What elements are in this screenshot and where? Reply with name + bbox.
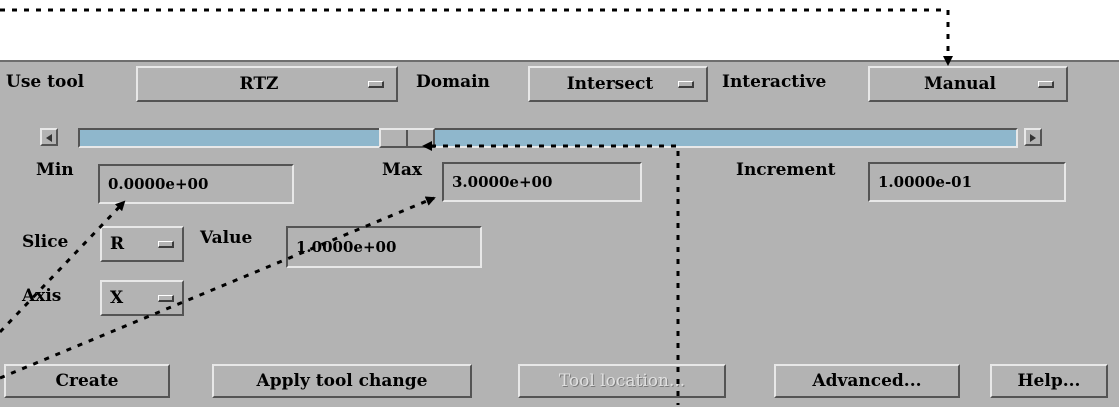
option-menu-indicator-icon (368, 80, 384, 88)
triangle-left-icon (46, 134, 52, 142)
help-button[interactable]: Help... (990, 364, 1108, 398)
tool-select-value: RTZ (239, 74, 279, 94)
domain-select-value: Intersect (566, 74, 654, 94)
option-menu-indicator-icon (158, 240, 174, 248)
max-field[interactable] (442, 162, 642, 202)
slider-thumb[interactable] (379, 128, 435, 148)
max-label: Max (382, 160, 422, 180)
value-input[interactable] (296, 238, 480, 256)
value-field[interactable] (286, 226, 482, 268)
arrow-to-interactive (0, 8, 953, 66)
min-field[interactable] (98, 164, 294, 204)
min-input[interactable] (108, 175, 292, 193)
axis-select-button[interactable]: X (100, 280, 184, 316)
value-label: Value (200, 228, 253, 248)
slice-select-value: R (110, 234, 125, 254)
axis-select-value: X (110, 288, 124, 308)
domain-label: Domain (416, 72, 490, 92)
create-button[interactable]: Create (4, 364, 170, 398)
tool-location-button[interactable]: Tool location... (518, 364, 726, 398)
increment-label: Increment (736, 160, 836, 180)
advanced-button[interactable]: Advanced... (774, 364, 960, 398)
increment-input[interactable] (878, 173, 1064, 191)
max-input[interactable] (452, 173, 640, 191)
option-menu-indicator-icon (158, 294, 174, 302)
triangle-right-icon (1030, 134, 1036, 142)
axis-label: Axis (22, 286, 62, 306)
apply-tool-change-button[interactable]: Apply tool change (212, 364, 472, 398)
scroll-right-button[interactable] (1024, 128, 1042, 146)
slice-label: Slice (22, 232, 69, 252)
domain-select-button[interactable]: Intersect (528, 66, 708, 102)
interactive-select-value: Manual (923, 74, 997, 94)
option-menu-indicator-icon (678, 80, 694, 88)
min-label: Min (36, 160, 74, 180)
increment-field[interactable] (868, 162, 1066, 202)
interactive-select-button[interactable]: Manual (868, 66, 1068, 102)
slice-select-button[interactable]: R (100, 226, 184, 262)
tool-select-button[interactable]: RTZ (136, 66, 398, 102)
slider-trough[interactable] (78, 128, 1018, 148)
scroll-left-button[interactable] (40, 128, 58, 146)
interactive-label: Interactive (722, 72, 827, 92)
option-menu-indicator-icon (1038, 80, 1054, 88)
use-tool-label: Use tool (6, 72, 85, 92)
